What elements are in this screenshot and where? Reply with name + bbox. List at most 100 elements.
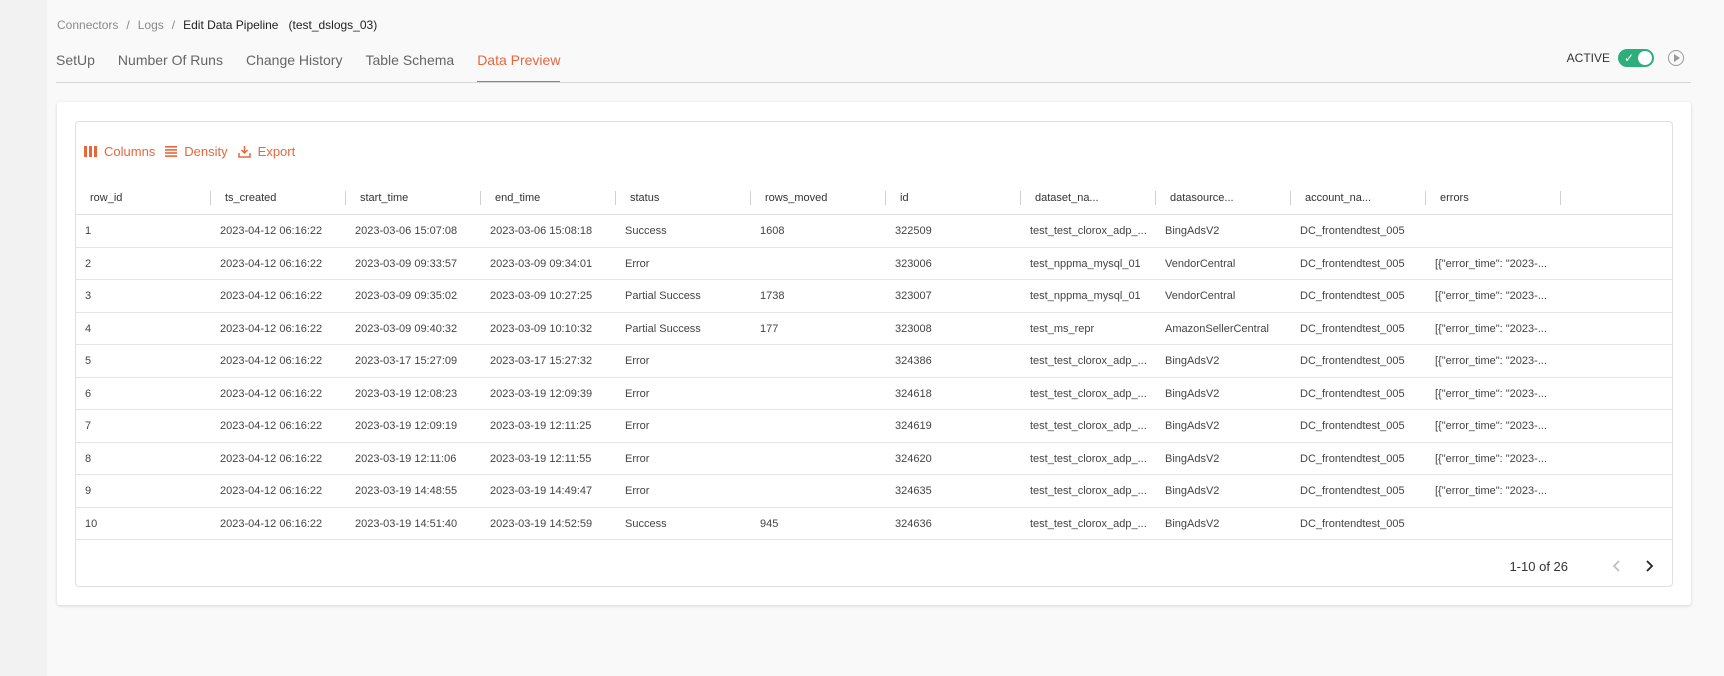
breadcrumb-current: Edit Data Pipeline	[183, 18, 279, 32]
table-row[interactable]: 1 2023-04-12 06:16:22 2023-03-06 15:07:08 2…	[76, 215, 1672, 248]
table-row[interactable]: 5 2023-04-12 06:16:22 2023-03-17 15:27:09 2…	[76, 345, 1672, 378]
active-toggle[interactable]: ✓	[1618, 49, 1654, 67]
table-cell: VendorCentral	[1165, 290, 1236, 302]
table-cell: test_test_clorox_adp_...	[1030, 517, 1147, 530]
table-cell: test_nppma_mysql_01	[1030, 257, 1141, 270]
table-cell: test_test_clorox_adp_...	[1030, 225, 1147, 237]
columns-icon	[84, 146, 97, 157]
table-row[interactable]: 6 2023-04-12 06:16:22 2023-03-19 12:08:23 2…	[76, 378, 1672, 410]
table-cell: 2023-04-12 06:16:22	[220, 257, 323, 270]
table-cell: DC_frontendtest_005	[1300, 225, 1405, 237]
table-cell: 2023-04-12 06:16:22	[220, 387, 323, 400]
table-cell: 177	[760, 322, 779, 335]
grid-toolbar: Columns Density Export	[84, 144, 305, 159]
table-cell	[751, 443, 886, 475]
next-page-button[interactable]	[1640, 556, 1660, 576]
column-header[interactable]: id	[886, 188, 1021, 214]
table-cell: Success	[625, 225, 667, 237]
table-cell: Error	[625, 420, 650, 432]
pipeline-name: (test_dslogs_03)	[288, 18, 378, 32]
table-cell: 3	[85, 290, 92, 302]
table-cell: 2023-04-12 06:16:22	[220, 485, 323, 497]
table-cell: 323006	[895, 257, 932, 270]
tab-bar: SetUp Number Of Runs Change History Tabl…	[56, 52, 583, 83]
table-cell: 1608	[760, 225, 785, 237]
table-row[interactable]: 7 2023-04-12 06:16:22 2023-03-19 12:09:19 2…	[76, 410, 1672, 443]
table-cell: DC_frontendtest_005	[1300, 517, 1405, 530]
table-row[interactable]: 9 2023-04-12 06:16:22 2023-03-19 14:48:55 2…	[76, 475, 1672, 508]
table-cell: 2023-03-19 14:48:55	[355, 485, 458, 497]
table-cell: 2023-03-09 09:35:02	[355, 290, 458, 302]
table-header: row_id ts_created start_time end_time st…	[76, 188, 1672, 215]
table-cell: [{"error_time": "2023-...	[1435, 387, 1547, 400]
table-cell: 1	[85, 225, 92, 237]
table-cell: DC_frontendtest_005	[1300, 485, 1405, 497]
column-header[interactable]: start_time	[346, 188, 481, 214]
table-cell	[751, 345, 886, 377]
table-cell: DC_frontendtest_005	[1300, 257, 1405, 270]
columns-label: Columns	[104, 144, 156, 159]
breadcrumb-logs[interactable]: Logs	[138, 18, 164, 32]
table-cell	[1426, 508, 1561, 540]
column-header[interactable]: dataset_na...	[1021, 188, 1156, 214]
table-cell: 324635	[895, 485, 932, 497]
table-cell: 2023-03-19 12:09:39	[490, 387, 593, 400]
table-cell: Error	[625, 485, 650, 497]
table-cell: test_test_clorox_adp_...	[1030, 387, 1147, 400]
table-cell: 2023-03-19 14:49:47	[490, 485, 593, 497]
table-cell: 9	[85, 485, 92, 497]
table-cell: DC_frontendtest_005	[1300, 387, 1405, 400]
table-row[interactable]: 4 2023-04-12 06:16:22 2023-03-09 09:40:32 2…	[76, 313, 1672, 345]
breadcrumb-separator: /	[126, 18, 130, 32]
data-grid: Columns Density Export row_id ts_created…	[75, 121, 1673, 587]
density-button[interactable]: Density	[165, 144, 228, 159]
export-button[interactable]: Export	[237, 144, 295, 159]
tab-data-preview[interactable]: Data Preview	[477, 52, 561, 83]
table-cell: test_test_clorox_adp_...	[1030, 485, 1147, 497]
table-row[interactable]: 8 2023-04-12 06:16:22 2023-03-19 12:11:06 2…	[76, 443, 1672, 475]
table-cell	[751, 248, 886, 280]
column-header[interactable]: row_id	[76, 188, 211, 214]
table-cell: [{"error_time": "2023-...	[1435, 290, 1547, 302]
tab-setup[interactable]: SetUp	[56, 52, 95, 83]
tab-number-of-runs[interactable]: Number Of Runs	[118, 52, 223, 83]
table-cell: AmazonSellerCentral	[1165, 322, 1269, 335]
table-cell: 8	[85, 452, 92, 465]
column-header[interactable]: datasource...	[1156, 188, 1291, 214]
table-row[interactable]: 10 2023-04-12 06:16:22 2023-03-19 14:51:40…	[76, 508, 1672, 540]
table-cell: DC_frontendtest_005	[1300, 322, 1405, 335]
table-cell: 2023-03-09 09:40:32	[355, 322, 458, 335]
table-cell: BingAdsV2	[1165, 225, 1220, 237]
column-header[interactable]: status	[616, 188, 751, 214]
tab-table-schema[interactable]: Table Schema	[365, 52, 454, 83]
table-cell: test_test_clorox_adp_...	[1030, 452, 1147, 465]
table-cell: [{"error_time": "2023-...	[1435, 322, 1547, 335]
breadcrumb: Connectors / Logs / Edit Data Pipeline (…	[57, 18, 377, 32]
play-icon[interactable]	[1668, 50, 1684, 66]
table-cell: 2023-04-12 06:16:22	[220, 225, 323, 237]
column-header[interactable]: account_na...	[1291, 188, 1426, 214]
table-cell: 2023-03-19 14:52:59	[490, 517, 593, 530]
left-strip	[0, 0, 47, 676]
table-row[interactable]: 2 2023-04-12 06:16:22 2023-03-09 09:33:57 2…	[76, 248, 1672, 280]
density-label: Density	[184, 144, 228, 159]
columns-button[interactable]: Columns	[84, 144, 155, 159]
column-header[interactable]: end_time	[481, 188, 616, 214]
page-info: 1-10 of 26	[1509, 558, 1568, 574]
table-cell: test_test_clorox_adp_...	[1030, 355, 1147, 367]
table-row[interactable]: 3 2023-04-12 06:16:22 2023-03-09 09:35:02 2…	[76, 280, 1672, 313]
table-cell: DC_frontendtest_005	[1300, 290, 1405, 302]
column-header[interactable]: ts_created	[211, 188, 346, 214]
table-cell: DC_frontendtest_005	[1300, 355, 1405, 367]
column-header[interactable]: errors	[1426, 188, 1561, 214]
prev-page-button[interactable]	[1606, 556, 1626, 576]
table-cell: [{"error_time": "2023-...	[1435, 485, 1547, 497]
table-cell: [{"error_time": "2023-...	[1435, 257, 1547, 270]
column-header[interactable]: rows_moved	[751, 188, 886, 214]
breadcrumb-connectors[interactable]: Connectors	[57, 18, 118, 32]
tab-change-history[interactable]: Change History	[246, 52, 343, 83]
table-cell: Error	[625, 452, 650, 465]
table-cell: 2023-03-09 09:33:57	[355, 257, 458, 270]
table-cell: 1738	[760, 290, 785, 302]
table-cell: 7	[85, 420, 92, 432]
